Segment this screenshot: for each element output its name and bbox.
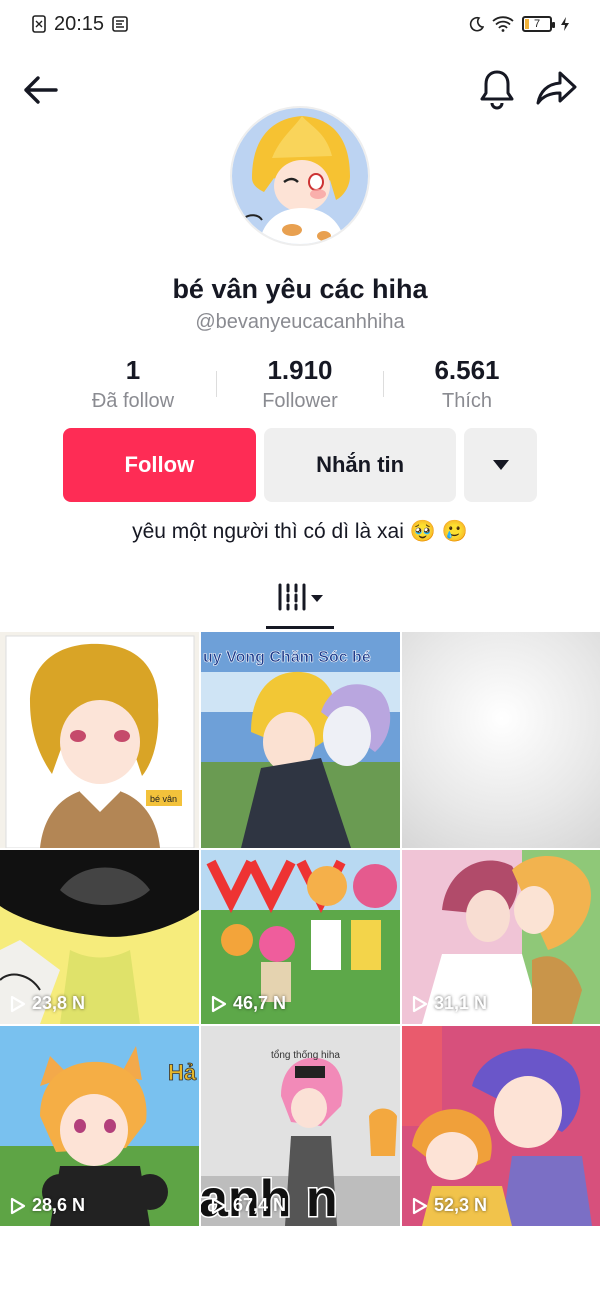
status-bar-right: 7 <box>468 16 570 32</box>
view-count: 52,3 N <box>412 1195 487 1216</box>
view-count: 67,4 N <box>211 1195 286 1216</box>
view-count-text: 31,1 N <box>434 993 488 1013</box>
battery-icon: 7 <box>522 16 555 32</box>
profile-handle: @bevanyeucacanhhiha <box>195 311 405 333</box>
video-tile[interactable]: 31,1 N <box>402 850 600 1024</box>
sim-icon <box>32 15 46 33</box>
profile-bio: yêu một người thì có dì là xai 🥹 🥲 <box>132 520 468 543</box>
play-icon <box>10 995 26 1012</box>
share-button[interactable] <box>534 68 578 111</box>
status-bar: 20:15 7 <box>0 0 600 48</box>
video-caption: uy Vong Chăm Sóc bé <box>203 649 371 666</box>
stat-followers-label: Follower <box>262 390 338 412</box>
video-tile[interactable]: 46,7 N <box>201 850 400 1024</box>
stat-followers[interactable]: 1.910 Follower <box>217 355 383 413</box>
video-thumbnail: uy Vong Chăm Sóc bé <box>201 632 400 848</box>
notification-icon <box>112 16 128 32</box>
view-count-text: 52,3 N <box>434 1195 488 1215</box>
stat-likes-label: Thích <box>441 390 493 412</box>
view-count: 23,8 N <box>10 993 85 1014</box>
battery-level: 7 <box>533 18 541 30</box>
video-tile[interactable]: Hả 28,6 N <box>0 1026 199 1226</box>
stat-following-value: 1 <box>125 355 141 385</box>
avatar[interactable] <box>230 106 370 246</box>
stat-likes-value: 6.561 <box>434 355 500 385</box>
play-icon <box>211 995 227 1012</box>
content-tabs <box>0 578 600 630</box>
video-tile[interactable]: tổng thống hiha anh n 67,4 N <box>201 1026 400 1226</box>
view-count: 31,1 N <box>412 993 487 1014</box>
wifi-icon <box>492 16 514 32</box>
video-tile[interactable] <box>402 632 600 848</box>
view-count-text: 28,6 N <box>32 1195 86 1215</box>
message-button[interactable]: Nhắn tin <box>263 428 457 502</box>
more-options-button[interactable] <box>464 428 537 502</box>
profile-name: bé vân yêu các hiha <box>172 274 428 304</box>
video-tile[interactable]: 23,8 N <box>0 850 199 1024</box>
svg-text:Hả: Hả <box>168 1060 197 1085</box>
view-count-text: 23,8 N <box>32 993 86 1013</box>
notification-bell-button[interactable] <box>478 68 516 113</box>
stat-likes[interactable]: 6.561 Thích <box>384 355 550 413</box>
video-caption: tổng thống hiha <box>271 1049 340 1061</box>
play-icon <box>211 1197 227 1214</box>
stat-following-label: Đã follow <box>91 390 175 412</box>
stat-following[interactable]: 1 Đã follow <box>50 355 216 413</box>
view-count-text: 46,7 N <box>233 993 287 1013</box>
charging-icon <box>561 17 569 31</box>
moon-icon <box>469 16 484 32</box>
share-icon <box>536 71 577 105</box>
play-icon <box>412 1197 428 1214</box>
video-tile[interactable]: bé vân <box>0 632 199 848</box>
tab-dropdown-icon <box>311 595 323 602</box>
play-icon <box>412 995 428 1012</box>
follow-button[interactable]: Follow <box>63 428 256 502</box>
active-tab-indicator <box>266 626 334 629</box>
video-tile[interactable]: 52,3 N <box>402 1026 600 1226</box>
back-button[interactable] <box>20 70 60 113</box>
avatar-image <box>232 108 368 244</box>
status-time: 20:15 <box>54 12 105 35</box>
view-count: 28,6 N <box>10 1195 85 1216</box>
video-grid-icon <box>278 583 306 611</box>
tab-videos[interactable] <box>266 578 334 630</box>
video-grid: bé vân uy Vong Chăm Sóc bé 23,8 N 46,7 N… <box>0 632 600 1300</box>
view-count-text: 67,4 N <box>233 1195 287 1215</box>
caret-down-icon <box>492 460 509 470</box>
back-arrow-icon <box>24 76 58 104</box>
video-thumbnail: bé vân <box>5 635 195 848</box>
view-count: 46,7 N <box>211 993 286 1014</box>
stat-followers-value: 1.910 <box>267 355 333 385</box>
video-tile[interactable]: uy Vong Chăm Sóc bé <box>201 632 400 848</box>
video-caption: bé vân <box>150 794 177 804</box>
profile-stats: 1 Đã follow 1.910 Follower 6.561 Thích <box>50 354 550 414</box>
status-bar-left: 20:15 <box>32 13 128 36</box>
profile-actions: Follow Nhắn tin <box>63 428 537 502</box>
play-icon <box>10 1197 26 1214</box>
bell-icon <box>480 70 514 110</box>
